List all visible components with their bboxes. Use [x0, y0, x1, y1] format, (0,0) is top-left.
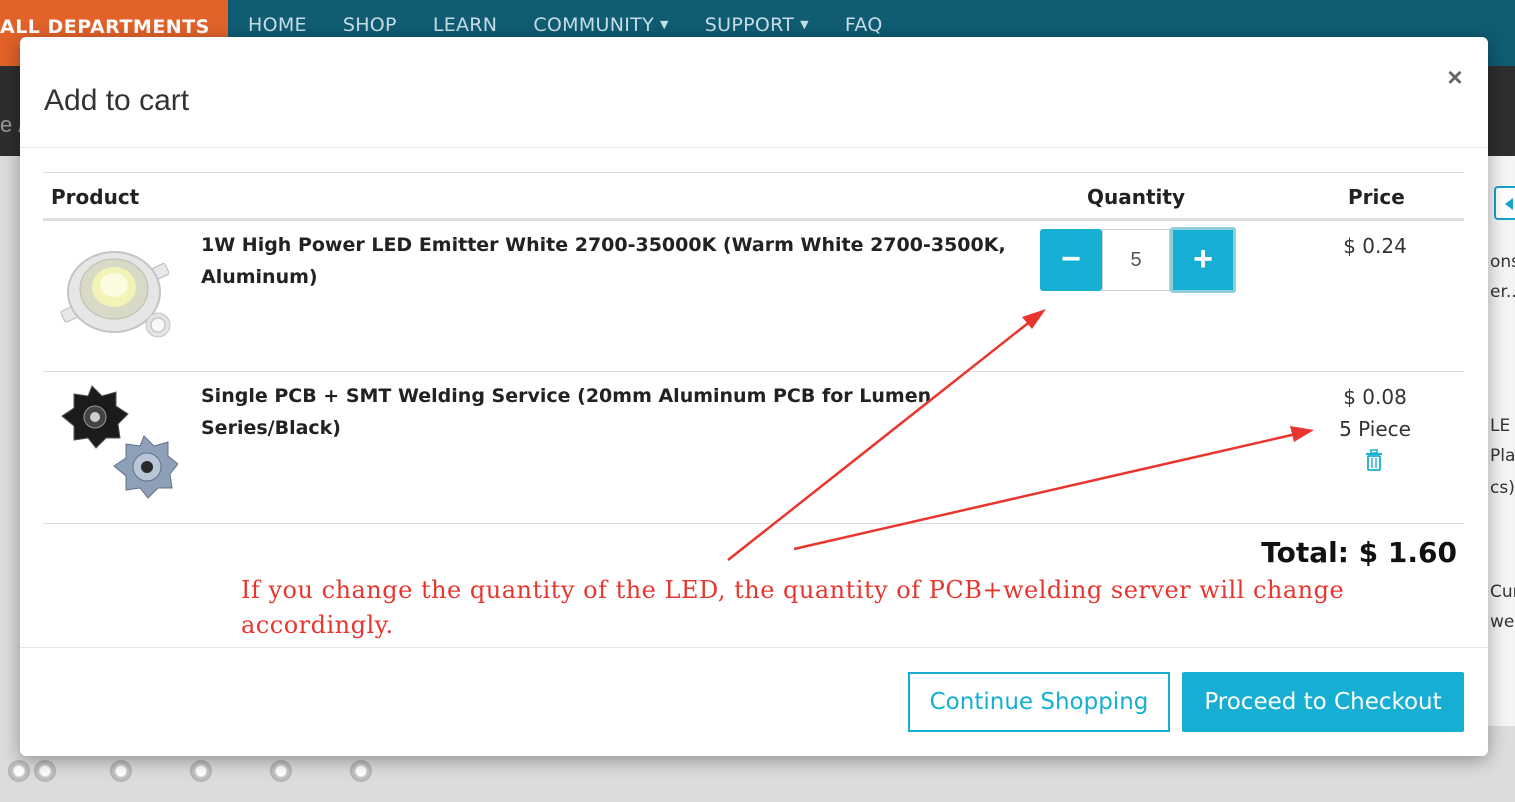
column-header-product: Product [51, 185, 140, 209]
cart-total: Total: $ 1.60 [1261, 536, 1457, 569]
related-product-text: Cur [1490, 582, 1515, 602]
item-price: $ 0.08 [1343, 385, 1407, 409]
row-divider [43, 371, 1464, 372]
related-product-text: cs) [1490, 478, 1515, 498]
nav-item-learn[interactable]: LEARN [433, 14, 498, 36]
cart-item-name[interactable]: Single PCB + SMT Welding Service (20mm A… [201, 380, 1031, 444]
related-product-text: wer [1490, 612, 1515, 632]
all-departments-label: ALL DEPARTMENTS [0, 16, 210, 38]
table-divider [43, 172, 1464, 173]
quantity-stepper: − + [1040, 227, 1236, 295]
caret-down-icon: ▼ [800, 18, 809, 31]
decrease-quantity-button[interactable]: − [1040, 229, 1102, 291]
item-quantity-text: 5 Piece [1339, 417, 1411, 441]
nav-item-home[interactable]: HOME [248, 14, 307, 36]
carousel-prev-icon[interactable] [1494, 186, 1515, 220]
increase-quantity-button[interactable]: + [1170, 227, 1236, 293]
quantity-input[interactable] [1102, 229, 1170, 291]
thumbnail-image[interactable] [350, 760, 372, 782]
item-price: $ 0.24 [1343, 234, 1407, 258]
continue-shopping-button[interactable]: Continue Shopping [908, 672, 1170, 732]
add-to-cart-modal: Add to cart × Product Quantity Price 1W … [20, 37, 1488, 756]
annotation-arrow-icon [793, 426, 1314, 551]
related-product-text: Plat [1490, 446, 1515, 466]
thumbnail-image[interactable] [270, 760, 292, 782]
cart-item-name[interactable]: 1W High Power LED Emitter White 2700-350… [201, 229, 1031, 293]
column-header-quantity: Quantity [1087, 185, 1185, 209]
thumbnail-image[interactable] [8, 760, 30, 782]
related-product-text: er... [1490, 282, 1515, 302]
row-divider [43, 523, 1464, 524]
caret-down-icon: ▼ [659, 18, 669, 31]
close-icon[interactable]: × [1444, 63, 1466, 91]
annotation-text: If you change the quantity of the LED, t… [241, 576, 1345, 639]
modal-footer-divider [20, 647, 1488, 648]
thumbnail-strip [0, 752, 380, 792]
nav-item-shop[interactable]: SHOP [343, 14, 397, 36]
star-pcb-icon [61, 385, 178, 499]
thumbnail-image[interactable] [190, 760, 212, 782]
led-emitter-image [60, 251, 171, 338]
related-product-text: LE [1490, 416, 1511, 436]
modal-header: Add to cart × [20, 37, 1488, 148]
thumbnail-image[interactable] [34, 760, 56, 782]
nav-item-support[interactable]: SUPPORT ▼ [705, 14, 809, 36]
column-header-price: Price [1348, 185, 1405, 209]
led-emitter-icon [60, 251, 171, 338]
modal-title: Add to cart [44, 84, 190, 117]
star-pcb-image [61, 385, 178, 499]
trash-icon[interactable] [1364, 449, 1384, 471]
related-products-panel [1488, 156, 1515, 726]
nav-item-faq[interactable]: FAQ [845, 14, 883, 36]
nav-item-community[interactable]: COMMUNITY ▼ [533, 14, 668, 36]
table-header-divider [43, 218, 1464, 221]
thumbnail-image[interactable] [110, 760, 132, 782]
proceed-to-checkout-button[interactable]: Proceed to Checkout [1182, 672, 1464, 732]
related-product-text: ons [1490, 252, 1515, 272]
main-nav: HOME SHOP LEARN COMMUNITY ▼ SUPPORT ▼ FAQ [248, 14, 883, 36]
